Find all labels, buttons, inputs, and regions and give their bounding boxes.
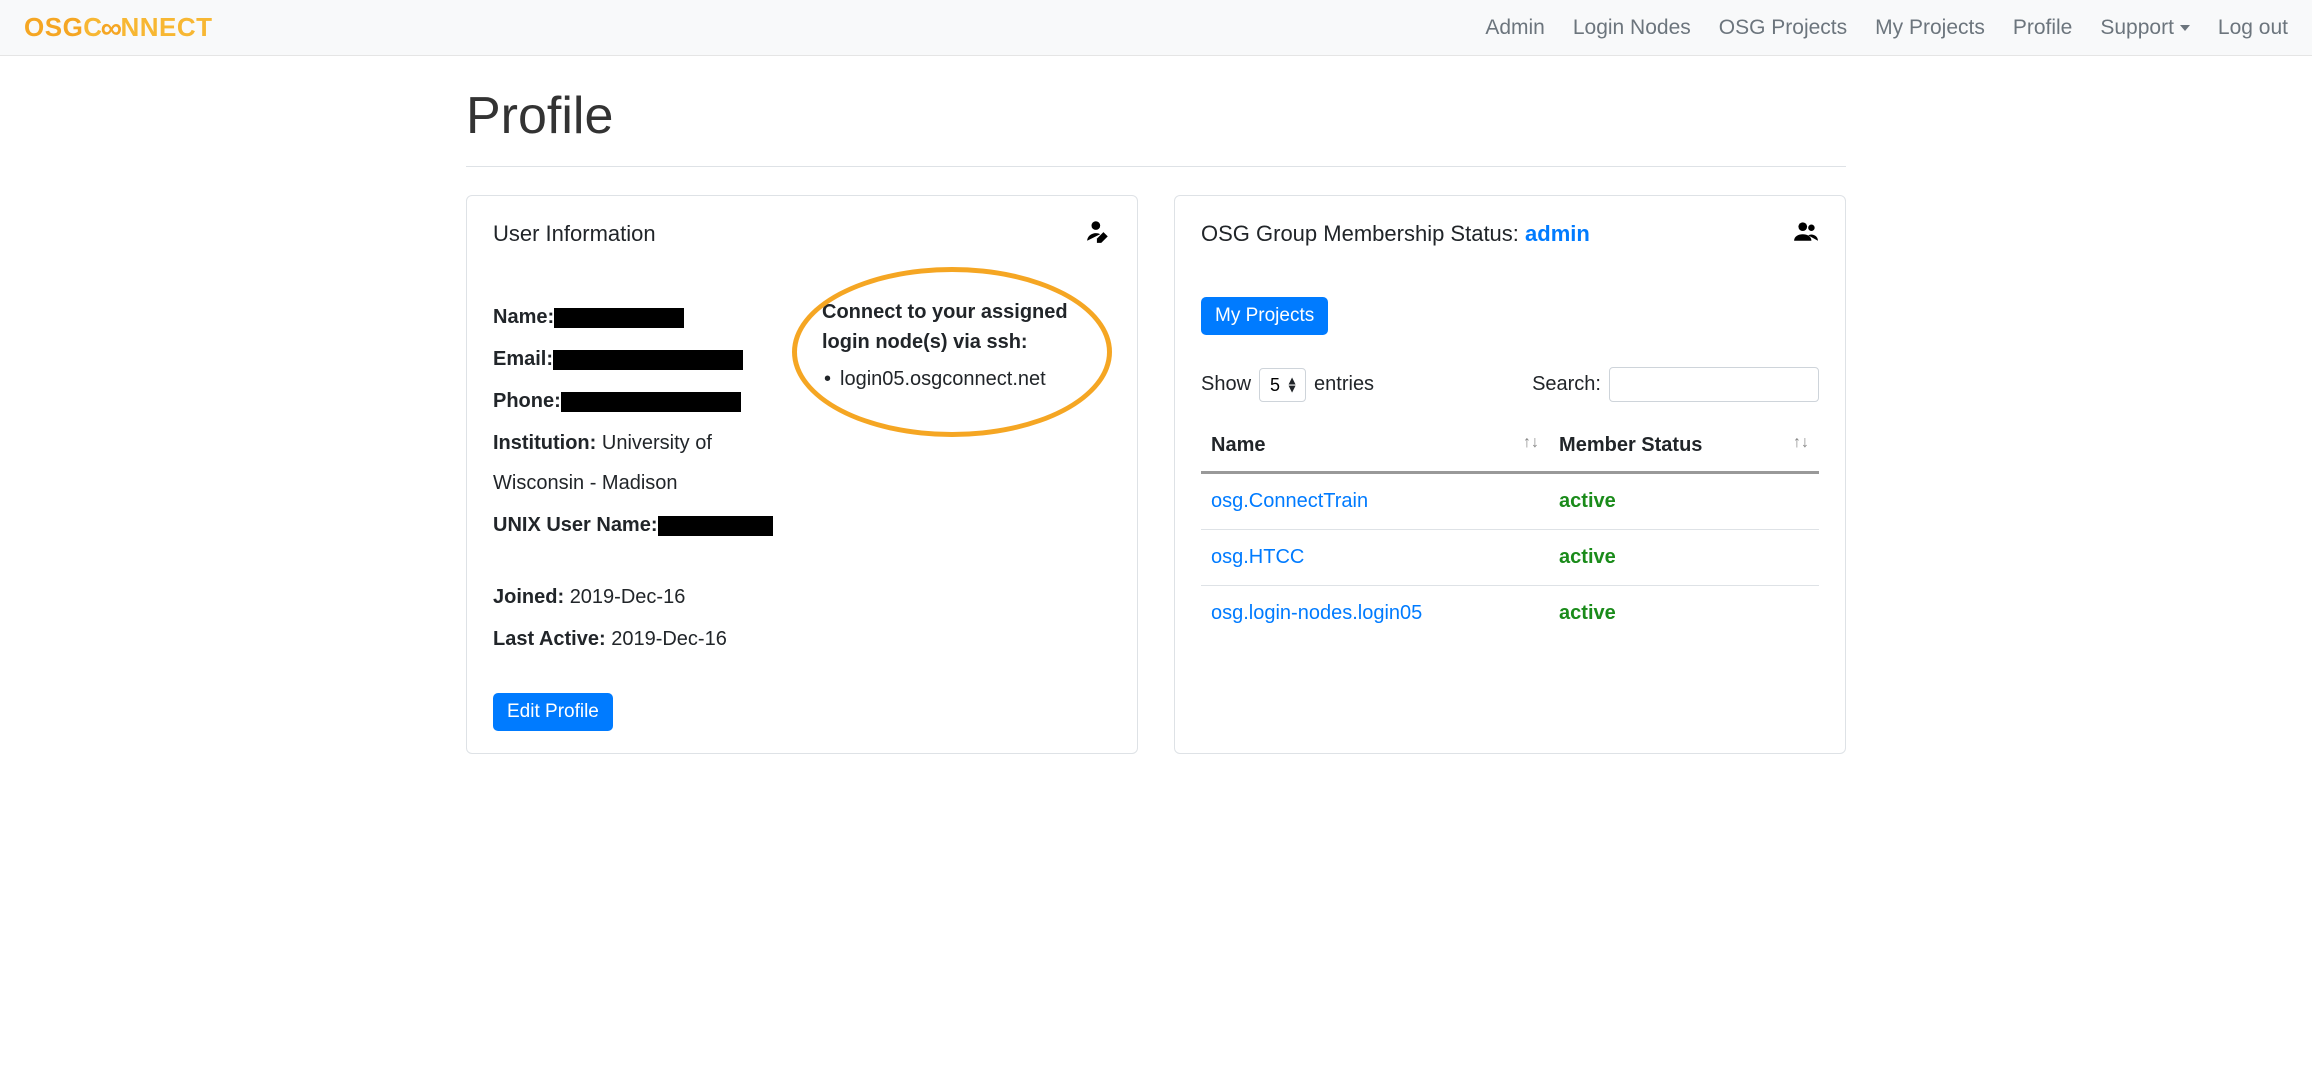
entries-label: entries (1314, 373, 1374, 396)
value-joined: 2019-Dec-16 (570, 586, 686, 608)
nav-admin[interactable]: Admin (1485, 16, 1545, 40)
users-icon[interactable] (1793, 218, 1819, 249)
table-row: osg.login-nodes.login05 active (1201, 586, 1819, 642)
nav-login-nodes[interactable]: Login Nodes (1573, 16, 1691, 40)
sort-icon: ↑↓ (1793, 434, 1809, 452)
table-controls: Show 5 ▲▼ entries Search: (1201, 367, 1819, 402)
redacted-phone (561, 392, 741, 412)
caret-down-icon (2180, 25, 2190, 31)
group-link[interactable]: osg.login-nodes.login05 (1211, 602, 1422, 624)
label-joined: Joined: (493, 586, 564, 608)
redacted-name (554, 308, 684, 328)
brand-logo[interactable]: OSGC∞NNECT (24, 12, 213, 43)
table-row: osg.HTCC active (1201, 530, 1819, 586)
redacted-email (553, 350, 743, 370)
sort-icon: ↑↓ (1523, 434, 1539, 452)
nav-support[interactable]: Support (2100, 16, 2190, 40)
navbar: OSGC∞NNECT Admin Login Nodes OSG Project… (0, 0, 2312, 56)
login-node-list: login05.osgconnect.net (822, 359, 1111, 399)
nav-support-label: Support (2100, 16, 2174, 40)
label-last-active: Last Active: (493, 628, 606, 650)
show-label: Show (1201, 373, 1251, 396)
edit-profile-button[interactable]: Edit Profile (493, 693, 613, 731)
edit-user-icon[interactable] (1085, 218, 1111, 249)
user-details-col: Name: Email: Phone: Institution: Univers… (493, 297, 782, 731)
login-node-col: Connect to your assigned login node(s) v… (822, 297, 1111, 731)
brand-part2: C (83, 12, 102, 42)
user-info-header: User Information (493, 218, 1111, 249)
user-info-body: Name: Email: Phone: Institution: Univers… (493, 297, 1111, 731)
page-title: Profile (466, 86, 1846, 146)
group-link[interactable]: osg.ConnectTrain (1211, 490, 1368, 512)
membership-table: Name ↑↓ Member Status ↑↓ osg.ConnectTrain … (1201, 420, 1819, 641)
label-phone: Phone: (493, 390, 561, 412)
col-status-label: Member Status (1559, 434, 1702, 456)
content-row: User Information Name: Email: Phone: Ins… (466, 195, 1846, 754)
brand-part1: OSG (24, 12, 83, 42)
label-email: Email: (493, 348, 553, 370)
page-size-select-wrap: 5 ▲▼ (1259, 368, 1306, 402)
search-label: Search: (1532, 373, 1601, 396)
col-name-label: Name (1211, 434, 1265, 456)
main-container: Profile User Information Name: Email: Ph… (406, 56, 1906, 784)
value-last-active: 2019-Dec-16 (611, 628, 727, 650)
membership-heading: OSG Group Membership Status: admin (1201, 221, 1590, 247)
col-status[interactable]: Member Status ↑↓ (1549, 420, 1819, 473)
membership-status: admin (1525, 221, 1590, 246)
col-name[interactable]: Name ↑↓ (1201, 420, 1549, 473)
membership-card: OSG Group Membership Status: admin My Pr… (1174, 195, 1846, 754)
search-input[interactable] (1609, 367, 1819, 402)
page-size-select[interactable]: 5 (1259, 368, 1306, 402)
redacted-unix (658, 516, 773, 536)
nav-links: Admin Login Nodes OSG Projects My Projec… (1485, 16, 2288, 40)
page-divider (466, 166, 1846, 167)
label-institution: Institution: (493, 432, 596, 454)
group-link[interactable]: osg.HTCC (1211, 546, 1304, 568)
row-status: active (1559, 490, 1616, 512)
show-entries: Show 5 ▲▼ entries (1201, 368, 1374, 402)
brand-part3: NNECT (120, 12, 212, 42)
membership-header: OSG Group Membership Status: admin (1201, 218, 1819, 249)
row-status: active (1559, 602, 1616, 624)
row-status: active (1559, 546, 1616, 568)
search-wrap: Search: (1532, 367, 1819, 402)
nav-osg-projects[interactable]: OSG Projects (1719, 16, 1847, 40)
login-node-item: login05.osgconnect.net (840, 359, 1111, 399)
user-info-card: User Information Name: Email: Phone: Ins… (466, 195, 1138, 754)
table-row: osg.ConnectTrain active (1201, 473, 1819, 530)
nav-profile[interactable]: Profile (2013, 16, 2073, 40)
user-info-heading: User Information (493, 221, 656, 247)
nav-logout[interactable]: Log out (2218, 16, 2288, 40)
nav-my-projects[interactable]: My Projects (1875, 16, 1985, 40)
membership-heading-prefix: OSG Group Membership Status: (1201, 221, 1525, 246)
login-node-heading: Connect to your assigned login node(s) v… (822, 297, 1111, 357)
label-unix: UNIX User Name: (493, 514, 658, 536)
label-name: Name: (493, 306, 554, 328)
my-projects-button[interactable]: My Projects (1201, 297, 1328, 335)
